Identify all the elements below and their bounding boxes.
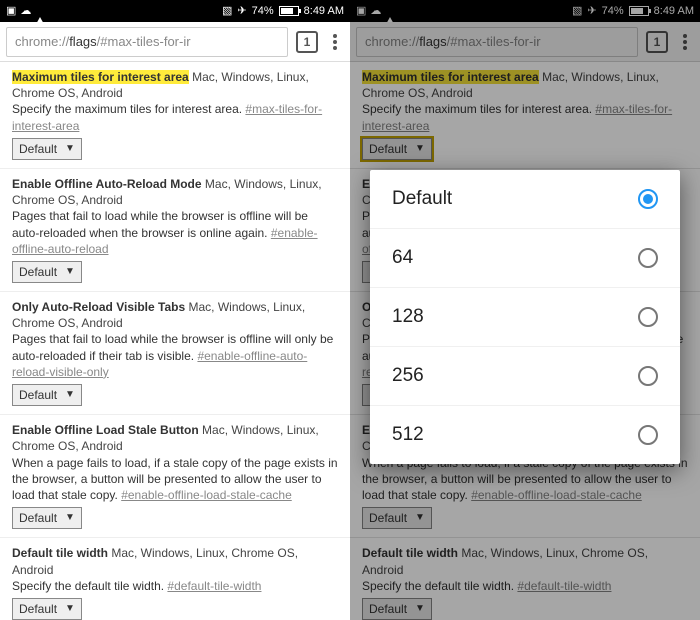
battery-icon	[279, 6, 299, 16]
select-option[interactable]: 128	[370, 288, 680, 347]
radio-icon	[638, 366, 658, 386]
select-option[interactable]: Default	[370, 170, 680, 229]
battery-pct: 74%	[252, 5, 274, 17]
flag-description: Pages that fail to load while the browse…	[12, 331, 338, 380]
radio-icon	[638, 425, 658, 445]
flag-hash-link[interactable]: #enable-offline-load-stale-cache	[121, 488, 292, 502]
cloud-upload-icon: ☁	[20, 6, 31, 17]
flag-item: Enable Offline Auto-Reload Mode Mac, Win…	[0, 169, 350, 292]
warning-icon	[35, 6, 45, 17]
chevron-down-icon: ▼	[65, 265, 75, 279]
clock: 8:49 AM	[304, 5, 344, 17]
tab-switcher-button[interactable]: 1	[296, 31, 318, 53]
flag-description: When a page fails to load, if a stale co…	[12, 455, 338, 504]
flag-title: Maximum tiles for interest area	[12, 70, 189, 84]
airplane-mode-icon: ✈	[237, 6, 246, 17]
select-option-label: 256	[392, 365, 424, 387]
screenshot-left: ▣ ☁ ▧ ✈ 74% 8:49 AM chrome://flags/#max-…	[0, 0, 350, 620]
flag-title: Only Auto-Reload Visible Tabs	[12, 300, 185, 314]
select-option[interactable]: 512	[370, 406, 680, 464]
select-option[interactable]: 256	[370, 347, 680, 406]
chevron-down-icon: ▼	[65, 142, 75, 156]
flag-description: Specify the default tile width. #default…	[12, 578, 338, 594]
flag-item: Default tile width Mac, Windows, Linux, …	[0, 538, 350, 620]
flag-select-value: Default	[19, 387, 57, 403]
flag-select-value: Default	[19, 141, 57, 157]
image-icon: ▣	[6, 6, 16, 17]
flag-title: Default tile width	[12, 546, 108, 560]
flag-hash-link[interactable]: #max-tiles-for-interest-area	[12, 102, 322, 132]
url-prefix: chrome://	[15, 34, 69, 49]
flags-page: Maximum tiles for interest area Mac, Win…	[0, 62, 350, 620]
screenshot-right: ▣ ☁ ▧ ✈ 74% 8:49 AM chrome://flags/#max-…	[350, 0, 700, 620]
chevron-down-icon: ▼	[65, 388, 75, 402]
flag-item: Maximum tiles for interest area Mac, Win…	[0, 62, 350, 169]
url-path: /#max-tiles-for-ir	[97, 34, 191, 49]
flag-description: Specify the maximum tiles for interest a…	[12, 101, 338, 133]
flag-select[interactable]: Default ▼	[12, 138, 82, 160]
select-option-label: 64	[392, 247, 413, 269]
flag-select[interactable]: Default ▼	[12, 598, 82, 620]
overflow-menu-button[interactable]	[326, 34, 344, 50]
browser-toolbar: chrome://flags/#max-tiles-for-ir 1	[0, 22, 350, 62]
radio-icon	[638, 307, 658, 327]
radio-icon	[638, 248, 658, 268]
flag-title: Enable Offline Auto-Reload Mode	[12, 177, 202, 191]
flag-select-value: Default	[19, 264, 57, 280]
vibrate-icon: ▧	[222, 6, 232, 17]
url-host: flags	[69, 34, 96, 49]
status-bar: ▣ ☁ ▧ ✈ 74% 8:49 AM	[0, 0, 350, 22]
chevron-down-icon: ▼	[65, 602, 75, 616]
flag-select[interactable]: Default ▼	[12, 507, 82, 529]
chevron-down-icon: ▼	[65, 511, 75, 525]
flag-hash-link[interactable]: #enable-offline-auto-reload	[12, 226, 318, 256]
flag-select-value: Default	[19, 601, 57, 617]
flag-hash-link[interactable]: #default-tile-width	[167, 579, 261, 593]
select-option-label: 128	[392, 306, 424, 328]
flag-select-value: Default	[19, 510, 57, 526]
flag-item: Only Auto-Reload Visible Tabs Mac, Windo…	[0, 292, 350, 415]
url-input[interactable]: chrome://flags/#max-tiles-for-ir	[6, 27, 288, 57]
flag-select[interactable]: Default ▼	[12, 384, 82, 406]
flag-description: Pages that fail to load while the browse…	[12, 208, 338, 257]
flag-title: Enable Offline Load Stale Button	[12, 423, 199, 437]
select-dialog: Default 64 128 256 512	[370, 170, 680, 464]
flag-hash-link[interactable]: #enable-offline-auto-reload-visible-only	[12, 349, 307, 379]
select-option-label: 512	[392, 424, 424, 446]
select-option[interactable]: 64	[370, 229, 680, 288]
flag-select[interactable]: Default ▼	[12, 261, 82, 283]
flag-item: Enable Offline Load Stale Button Mac, Wi…	[0, 415, 350, 538]
select-option-label: Default	[392, 188, 452, 210]
radio-icon	[638, 189, 658, 209]
